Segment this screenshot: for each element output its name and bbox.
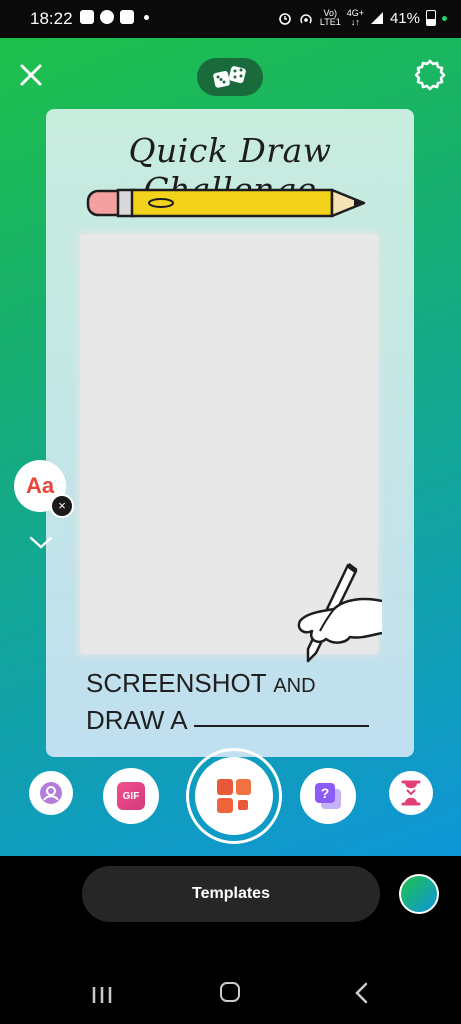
templates-tool-inner [195, 757, 273, 835]
battery-percent: 41% [389, 9, 420, 27]
question-icon: ? [315, 783, 341, 809]
signal-icon [370, 12, 383, 24]
instruction-draw-a: DRAW A [86, 705, 188, 735]
volte-indicator: Vo) LTE1 [320, 9, 341, 27]
hotspot-icon [300, 14, 312, 24]
settings-button[interactable] [413, 58, 447, 92]
template-instructions: SCREENSHOT AND DRAW A [86, 666, 369, 737]
instruction-and: AND [273, 675, 316, 697]
text-style-close-button[interactable]: × [50, 494, 74, 518]
avatar-sticker-button[interactable] [29, 771, 73, 815]
templates-tool-button[interactable] [186, 748, 282, 844]
countdown-sticker-button[interactable] [389, 771, 433, 815]
color-picker-button[interactable] [399, 874, 439, 914]
close-button[interactable] [16, 60, 46, 90]
close-icon [20, 64, 42, 86]
hourglass-icon [401, 780, 421, 806]
avatar-icon [40, 782, 62, 804]
alarm-icon [279, 13, 291, 25]
question-sticker-button[interactable]: ? [300, 768, 356, 824]
recents-icon[interactable] [90, 984, 114, 1006]
gif-icon: GIF [117, 782, 145, 810]
gif-button[interactable]: GIF [103, 768, 159, 824]
notification-icons [80, 10, 149, 24]
pencil-illustration [86, 188, 366, 218]
status-right: Vo) LTE1 4G+ ↓↑ 41% [278, 9, 447, 27]
lte-label: LTE1 [319, 17, 341, 27]
template-card[interactable]: Quick Draw Challenge SCREENSHOT AND DRAW… [46, 109, 414, 757]
data-indicator: 4G+ ↓↑ [347, 9, 364, 27]
battery-icon [426, 10, 436, 26]
soccer-icon [100, 10, 114, 24]
data-arrows: ↓↑ [350, 17, 360, 27]
templates-button[interactable]: Templates [82, 866, 380, 922]
gallery-icon [80, 10, 94, 24]
templates-icon [217, 779, 251, 813]
random-template-button[interactable] [197, 58, 263, 96]
blank-line [193, 725, 369, 727]
dice-icon [213, 66, 246, 88]
back-icon[interactable] [354, 982, 370, 1004]
status-time: 18:22 [30, 9, 73, 28]
status-bar: 18:22 Vo) LTE1 4G+ ↓↑ 41% [0, 0, 461, 38]
story-editor: Quick Draw Challenge SCREENSHOT AND DRAW… [0, 38, 461, 856]
chevron-down-icon[interactable] [28, 535, 54, 551]
privacy-dot [442, 15, 447, 21]
drawing-hand-illustration [297, 563, 382, 663]
instruction-screenshot: SCREENSHOT [86, 668, 267, 698]
more-notifications-icon [144, 14, 149, 20]
home-icon[interactable] [220, 982, 240, 1002]
gear-icon [414, 59, 446, 91]
message-icon [120, 10, 134, 24]
bottom-panel: Templates [0, 856, 461, 1024]
svg-text:?: ? [321, 785, 330, 801]
system-nav-bar [0, 974, 461, 1014]
